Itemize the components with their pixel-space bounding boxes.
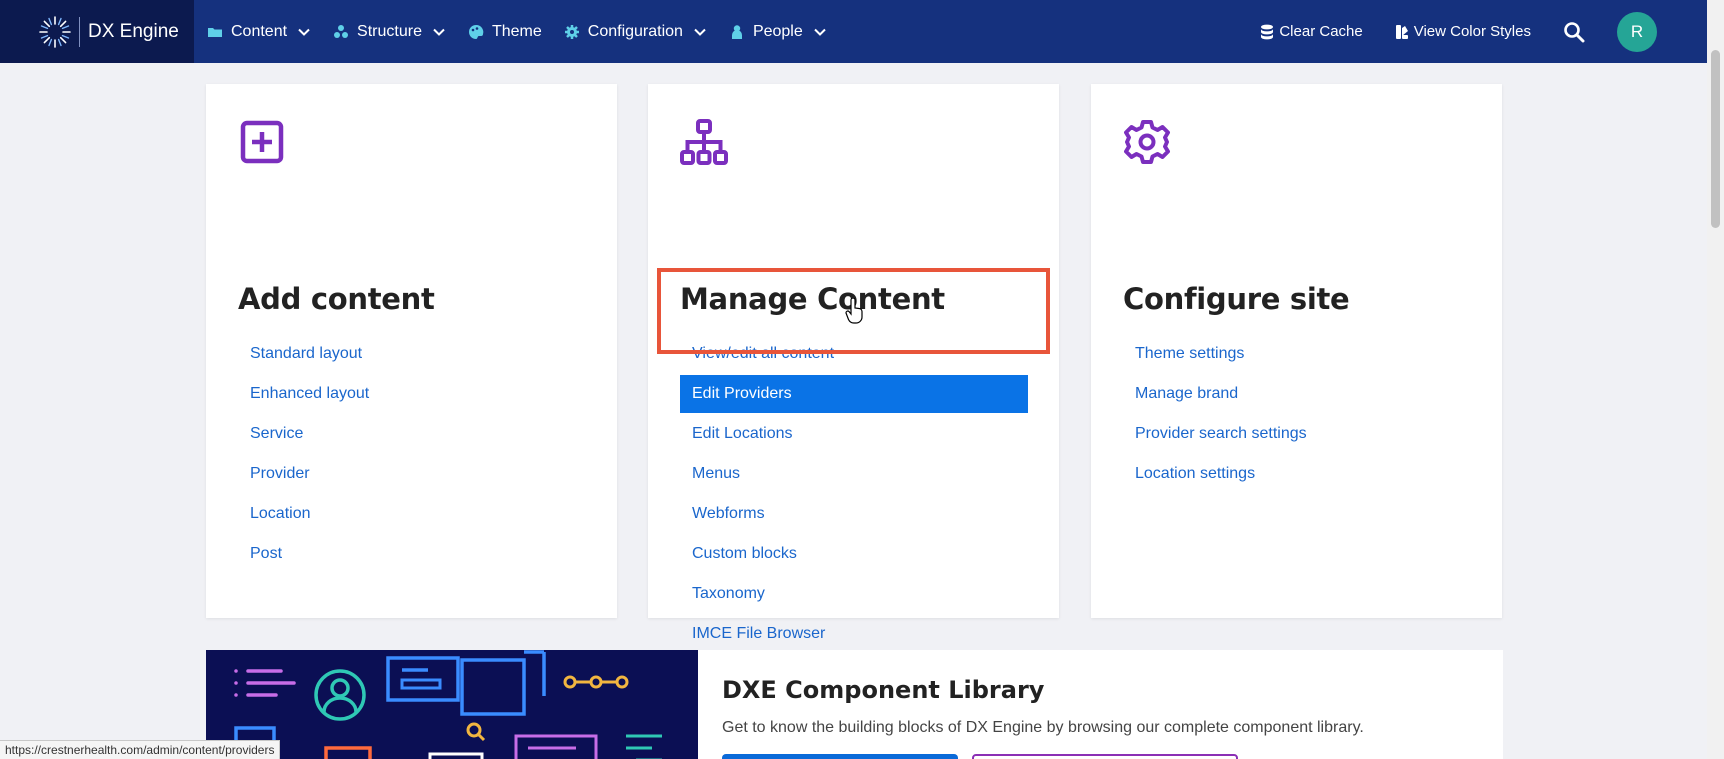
link-theme-settings[interactable]: Theme settings: [1123, 341, 1471, 381]
add-content-card: Add content Standard layout Enhanced lay…: [206, 84, 617, 618]
clear-cache-label: Clear Cache: [1279, 23, 1363, 40]
manage-content-title: Manage Content: [680, 282, 945, 316]
top-right-actions: Clear Cache View Color Styles R: [1260, 0, 1657, 63]
clear-cache-button[interactable]: Clear Cache: [1260, 23, 1363, 40]
scrollbar-thumb[interactable]: [1711, 50, 1720, 228]
link-service[interactable]: Service: [238, 421, 586, 461]
configure-site-card: Configure site Theme settings Manage bra…: [1091, 84, 1502, 618]
library-primary-button[interactable]: [722, 754, 958, 759]
link-standard-layout[interactable]: Standard layout: [238, 341, 586, 381]
link-menus[interactable]: Menus: [680, 461, 1028, 501]
manage-content-links: View/edit all content Edit Providers Edi…: [680, 341, 1028, 661]
link-location-settings[interactable]: Location settings: [1123, 461, 1471, 501]
link-manage-brand[interactable]: Manage brand: [1123, 381, 1471, 421]
top-navigation-bar: DX Engine Content Structure Theme Config…: [0, 0, 1707, 63]
add-content-title: Add content: [238, 282, 435, 316]
library-title: DXE Component Library: [722, 676, 1045, 704]
link-provider-search-settings[interactable]: Provider search settings: [1123, 421, 1471, 461]
person-icon: [731, 24, 742, 39]
configure-site-title: Configure site: [1123, 282, 1350, 316]
nav-theme-label: Theme: [491, 22, 542, 40]
nav-configuration-label: Configuration: [587, 22, 683, 40]
sitemap-icon: [680, 119, 728, 165]
link-edit-providers[interactable]: Edit Providers: [680, 375, 1028, 413]
configure-site-links: Theme settings Manage brand Provider sea…: [1123, 341, 1471, 501]
link-provider[interactable]: Provider: [238, 461, 586, 501]
nav-structure[interactable]: Structure: [333, 23, 446, 41]
manage-content-card: Manage Content View/edit all content Edi…: [648, 84, 1059, 642]
palette-icon: [468, 24, 484, 39]
nav-people[interactable]: People: [729, 23, 827, 41]
brand-name: DX Engine: [88, 20, 179, 42]
nav-people-label: People: [752, 22, 803, 40]
status-bar-url: https://crestnerhealth.com/admin/content…: [0, 740, 281, 759]
nav-structure-label: Structure: [357, 22, 422, 40]
nav-content[interactable]: Content: [207, 23, 311, 41]
link-taxonomy[interactable]: Taxonomy: [680, 581, 1028, 621]
link-edit-locations[interactable]: Edit Locations: [680, 421, 1028, 461]
link-webforms[interactable]: Webforms: [680, 501, 1028, 541]
main-nav: Content Structure Theme Configuration Pe…: [207, 23, 849, 41]
brand-divider: [79, 16, 80, 47]
user-avatar[interactable]: R: [1617, 11, 1657, 52]
chevron-down-icon: [694, 28, 706, 36]
add-content-links: Standard layout Enhanced layout Service …: [238, 341, 586, 581]
folder-icon: [208, 27, 222, 37]
chevron-down-icon: [433, 28, 445, 36]
gear-icon: [564, 24, 579, 39]
sitemap-icon: [334, 24, 349, 38]
link-enhanced-layout[interactable]: Enhanced layout: [238, 381, 586, 421]
link-post[interactable]: Post: [238, 541, 586, 581]
link-location[interactable]: Location: [238, 501, 586, 541]
gear-icon: [1124, 120, 1170, 164]
plus-square-icon: [240, 120, 284, 164]
view-color-styles-button[interactable]: View Color Styles: [1395, 23, 1531, 40]
search-icon[interactable]: [1563, 21, 1585, 43]
chevron-down-icon: [814, 28, 826, 36]
chevron-down-icon: [298, 28, 310, 36]
brand-logo[interactable]: DX Engine: [0, 0, 194, 63]
library-description: Get to know the building blocks of DX En…: [722, 719, 1364, 736]
view-color-styles-label: View Color Styles: [1413, 23, 1531, 40]
page-scrollbar[interactable]: [1707, 0, 1724, 759]
nav-content-label: Content: [231, 22, 288, 40]
nav-configuration[interactable]: Configuration: [564, 23, 707, 41]
component-library-banner: DXE Component Library Get to know the bu…: [206, 650, 1503, 759]
database-icon: [1261, 24, 1274, 39]
library-secondary-button[interactable]: [972, 754, 1238, 759]
swatchbook-icon: [1395, 24, 1408, 39]
link-custom-blocks[interactable]: Custom blocks: [680, 541, 1028, 581]
sunburst-logo-icon: [39, 15, 71, 48]
nav-theme[interactable]: Theme: [468, 23, 542, 41]
hand-cursor-icon: [845, 298, 863, 324]
